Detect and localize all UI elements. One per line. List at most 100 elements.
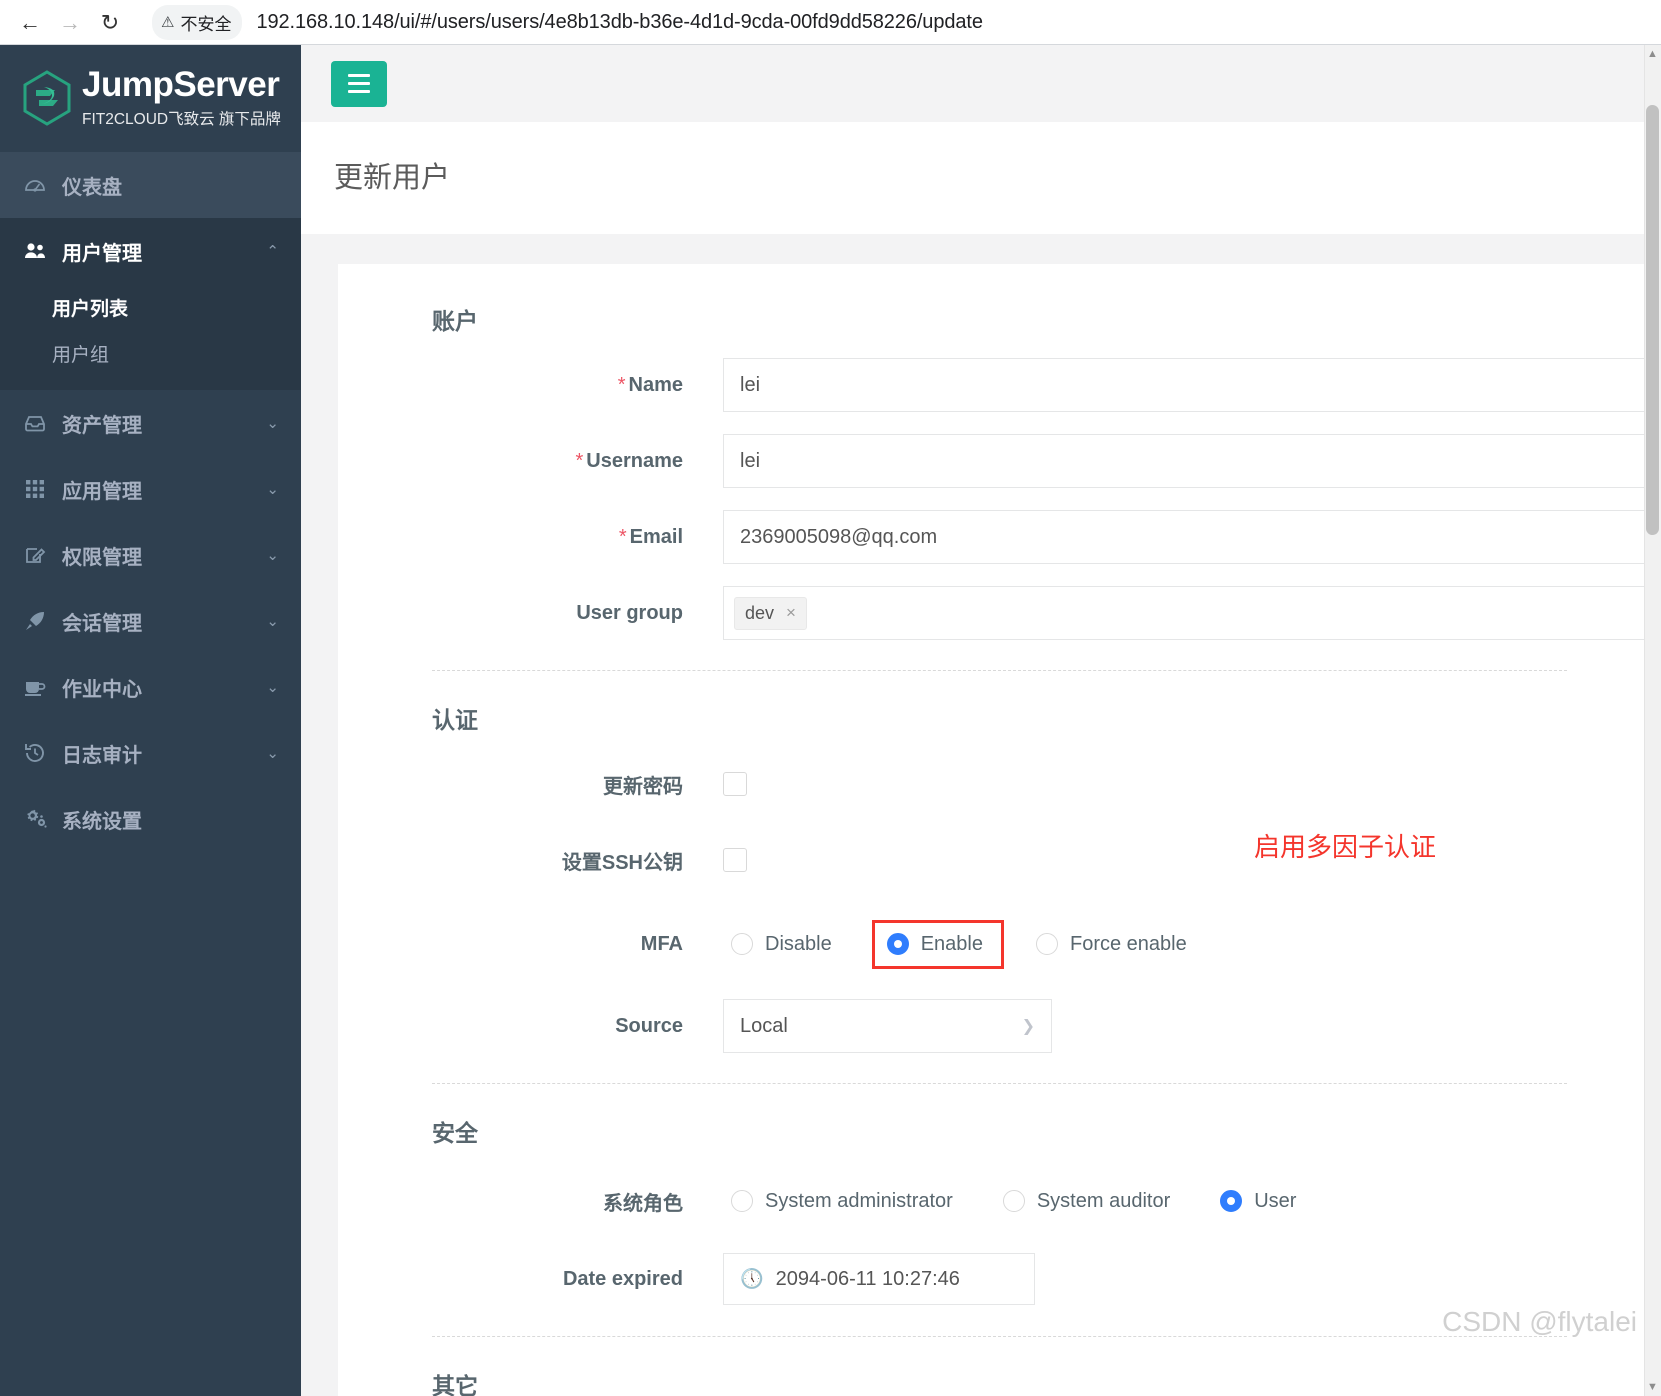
sidebar-item-application-management[interactable]: 应用管理 ⌄: [0, 456, 301, 522]
forward-arrow-icon[interactable]: →: [50, 3, 90, 43]
coffee-icon: [20, 678, 50, 696]
source-select[interactable]: Local ❯: [723, 999, 1052, 1053]
chevron-down-icon: ⌄: [266, 679, 279, 696]
section-title-auth: 认证: [432, 707, 478, 733]
label-user-group: User group: [576, 601, 683, 624]
chevron-down-icon: ⌄: [266, 547, 279, 564]
sidebar: JumpServer FIT2CLOUD飞致云 旗下品牌 仪表盘 用户管理 ⌃ …: [0, 45, 301, 1396]
mfa-annotation-text: 启用多因子认证: [1254, 832, 1437, 862]
mfa-option-force-enable[interactable]: Force enable: [1028, 927, 1195, 962]
label-system-role: 系统角色: [603, 1192, 683, 1215]
sidebar-item-asset-management[interactable]: 资产管理 ⌄: [0, 390, 301, 456]
url-text: 192.168.10.148/ui/#/users/users/4e8b13db…: [256, 11, 983, 33]
scroll-up-arrow-icon[interactable]: ▲: [1646, 48, 1659, 60]
chevron-down-icon: ⌄: [266, 415, 279, 432]
page-scrollbar[interactable]: ▲ ▼: [1644, 45, 1661, 1396]
mfa-option-disable[interactable]: Disable: [723, 927, 840, 962]
sidebar-item-log-audit[interactable]: 日志审计 ⌄: [0, 720, 301, 786]
history-icon: [20, 742, 50, 764]
chevron-up-icon: ⌃: [266, 243, 279, 260]
system-role-option-user[interactable]: User: [1212, 1184, 1304, 1219]
section-title-security: 安全: [432, 1120, 478, 1146]
ssh-key-checkbox[interactable]: [723, 848, 747, 872]
content-area: 账户 *Name *Username *Email: [301, 234, 1661, 1396]
user-group-select[interactable]: dev ×: [723, 586, 1661, 640]
sidebar-item-dashboard[interactable]: 仪表盘: [0, 152, 301, 218]
main-content: 更新用户 账户 *Name *Username: [301, 45, 1661, 1396]
back-arrow-icon[interactable]: ←: [10, 3, 50, 43]
security-status-label: 不安全: [180, 15, 232, 34]
sidebar-item-label: 应用管理: [62, 480, 142, 503]
inbox-icon: [20, 413, 50, 433]
name-input[interactable]: [723, 358, 1661, 412]
chevron-down-icon: ⌄: [266, 481, 279, 498]
sidebar-item-permission-management[interactable]: 权限管理 ⌄: [0, 522, 301, 588]
sidebar-item-user-group[interactable]: 用户组: [0, 330, 301, 376]
sidebar-item-label: 会话管理: [62, 612, 142, 635]
form-row-email: * Email: [338, 510, 1661, 564]
browser-toolbar: ← → ↻ ⚠ 不安全 192.168.10.148/ui/#/users/us…: [0, 0, 1661, 45]
brand-logo[interactable]: JumpServer FIT2CLOUD飞致云 旗下品牌: [0, 45, 301, 152]
sidebar-item-label: 作业中心: [62, 678, 142, 701]
sidebar-item-label: 日志审计: [62, 744, 142, 767]
username-input[interactable]: [723, 434, 1661, 488]
system-role-option-auditor[interactable]: System auditor: [995, 1184, 1178, 1219]
mfa-option-enable[interactable]: Enable: [879, 927, 991, 962]
sidebar-subitem-label: 用户列表: [52, 298, 129, 320]
scrollbar-thumb[interactable]: [1646, 105, 1659, 535]
label-text: Name: [628, 373, 683, 396]
required-marker: *: [575, 449, 584, 472]
top-toolbar: [301, 45, 1661, 122]
sidebar-item-session-management[interactable]: 会话管理 ⌄: [0, 588, 301, 654]
label-text: Email: [629, 525, 683, 548]
sidebar-item-label: 资产管理: [62, 414, 142, 437]
page-header: 更新用户: [301, 122, 1661, 234]
radio-circle-selected: [886, 933, 909, 955]
mfa-option-label: Force enable: [1069, 932, 1187, 955]
scroll-down-arrow-icon[interactable]: ▼: [1646, 1381, 1659, 1393]
brand-name: JumpServer: [82, 65, 280, 104]
sidebar-item-job-center[interactable]: 作业中心 ⌄: [0, 654, 301, 720]
sidebar-item-label: 系统设置: [62, 810, 142, 833]
label-source: Source: [615, 1014, 683, 1037]
hamburger-icon[interactable]: [331, 60, 387, 107]
date-expired-value: 2094-06-11 10:27:46: [775, 1267, 960, 1290]
section-title-other: 其它: [432, 1373, 478, 1396]
user-group-tag: dev ×: [734, 596, 807, 630]
system-role-radio-group: System administrator System auditor User: [723, 1184, 1338, 1219]
update-password-checkbox[interactable]: [723, 772, 747, 796]
radio-circle: [731, 1190, 753, 1212]
radio-circle: [1002, 1190, 1025, 1212]
hamburger-bar: [348, 82, 370, 85]
address-bar[interactable]: ⚠ 不安全 192.168.10.148/ui/#/users/users/4e…: [138, 3, 1651, 42]
security-status-chip[interactable]: ⚠ 不安全: [152, 5, 243, 40]
warning-triangle-icon: ⚠: [161, 14, 175, 31]
sidebar-item-user-list[interactable]: 用户列表: [0, 284, 301, 330]
watermark: CSDN @flytalei: [1442, 1306, 1637, 1337]
sidebar-subitem-label: 用户组: [52, 344, 110, 366]
radio-circle: [731, 933, 753, 955]
system-role-option-administrator[interactable]: System administrator: [723, 1184, 961, 1219]
divider: [432, 1336, 1567, 1337]
label-text: Username: [586, 449, 683, 472]
label-name: * Name: [338, 374, 723, 397]
system-role-option-label: System auditor: [1036, 1189, 1171, 1212]
user-update-form-card: 账户 *Name *Username *Email: [338, 264, 1661, 1396]
page-title: 更新用户: [334, 162, 451, 194]
sidebar-item-label: 仪表盘: [62, 176, 122, 199]
edit-square-icon: [20, 545, 50, 566]
close-icon[interactable]: ×: [786, 603, 796, 623]
hamburger-bar: [348, 74, 370, 77]
brand-subtitle: FIT2CLOUD飞致云 旗下品牌: [82, 111, 281, 128]
date-expired-input[interactable]: 🕔 2094-06-11 10:27:46: [723, 1253, 1035, 1305]
mfa-enable-highlight-box: Enable: [871, 919, 1004, 969]
sidebar-item-system-settings[interactable]: 系统设置: [0, 786, 301, 852]
chevron-down-icon: ❯: [1021, 1018, 1035, 1035]
form-row-date-expired: Date expired 🕔 2094-06-11 10:27:46: [338, 1252, 1661, 1306]
users-icon: [20, 240, 50, 262]
email-input[interactable]: [723, 510, 1661, 564]
section-title-account: 账户: [432, 308, 478, 334]
required-marker: *: [618, 525, 627, 548]
reload-icon[interactable]: ↻: [90, 3, 130, 43]
sidebar-item-user-management[interactable]: 用户管理 ⌃: [0, 218, 301, 284]
